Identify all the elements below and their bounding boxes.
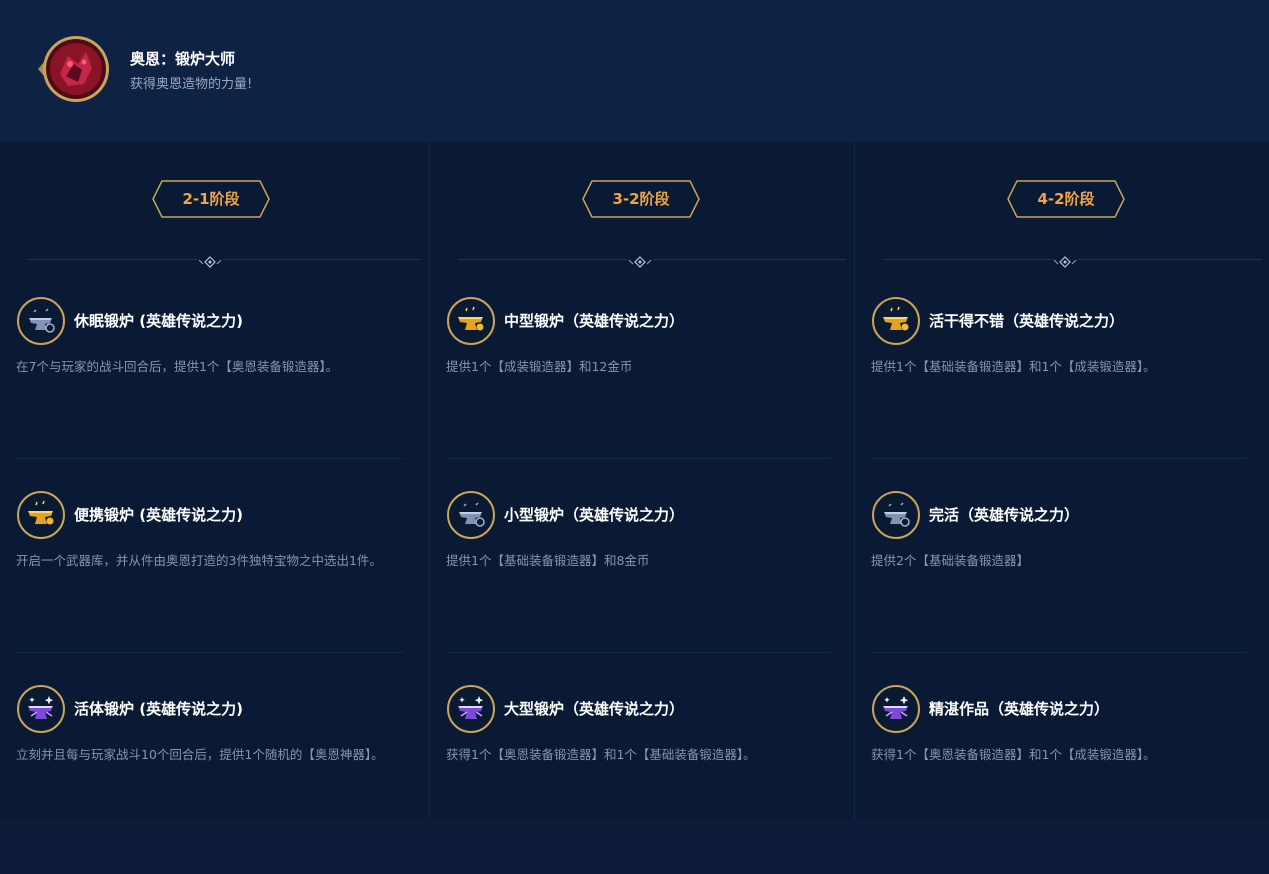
stage-column-2-1: 2-1阶段 休眠锻炉 (英雄传说之力) 在7个与玩家的战斗回合后，提供1个【奥恩装…: [0, 142, 428, 819]
diamond-ornament-icon: [197, 253, 223, 268]
augment-card[interactable]: 大型锻炉（英雄传说之力） 获得1个【奥恩装备锻造器】和1个【基础装备锻造器】。: [446, 684, 840, 874]
augment-description: 在7个与玩家的战斗回合后，提供1个【奥恩装备锻造器】。: [16, 359, 339, 374]
ornn-champion-avatar: [38, 36, 109, 102]
augment-card[interactable]: 精湛作品（英雄传说之力） 获得1个【奥恩装备锻造器】和1个【成装锻造器】。: [871, 684, 1256, 874]
champion-title: 奥恩：锻炉大师: [130, 50, 236, 68]
stage-tag: 4-2阶段: [1007, 180, 1125, 218]
augment-name: 休眠锻炉 (英雄传说之力): [74, 312, 243, 330]
stage-tag: 2-1阶段: [152, 180, 270, 218]
stage-label: 3-2阶段: [612, 190, 670, 208]
stage-label: 4-2阶段: [1037, 190, 1095, 208]
augment-name: 活干得不错（英雄传说之力）: [929, 312, 1125, 330]
anvil-icon: [871, 296, 921, 346]
anvil-icon: [446, 296, 496, 346]
augment-name: 精湛作品（英雄传说之力）: [929, 700, 1110, 718]
row-separator: [446, 458, 830, 459]
anvil-icon: [16, 490, 66, 540]
stage-columns: 2-1阶段 休眠锻炉 (英雄传说之力) 在7个与玩家的战斗回合后，提供1个【奥恩装…: [0, 142, 1269, 819]
augment-description: 提供2个【基础装备锻造器】: [871, 553, 1029, 568]
stage-column-3-2: 3-2阶段 中型锻炉（英雄传说之力） 提供1个【成装锻造器】和12金币 小型锻炉（…: [429, 142, 854, 819]
anvil-icon: [16, 684, 66, 734]
stage-label: 2-1阶段: [182, 190, 240, 208]
diamond-ornament-icon: [627, 253, 653, 268]
augment-description: 立刻并且每与玩家战斗10个回合后，提供1个随机的【奥恩神器】。: [16, 747, 384, 762]
augment-name: 完活（英雄传说之力）: [929, 506, 1080, 524]
augment-name: 活体锻炉 (英雄传说之力): [74, 700, 243, 718]
augment-description: 提供1个【成装锻造器】和12金币: [446, 359, 633, 374]
augment-description: 提供1个【基础装备锻造器】和8金币: [446, 553, 650, 568]
anvil-icon: [871, 684, 921, 734]
row-separator: [446, 652, 830, 653]
champion-subtitle: 获得奥恩造物的力量!: [130, 77, 253, 92]
stage-divider: [28, 259, 420, 260]
augment-name: 便携锻炉 (英雄传说之力): [74, 506, 243, 524]
row-separator: [871, 458, 1246, 459]
champion-header: 奥恩：锻炉大师 获得奥恩造物的力量!: [0, 0, 1269, 142]
diamond-ornament-icon: [1052, 253, 1078, 268]
augment-description: 获得1个【奥恩装备锻造器】和1个【基础装备锻造器】。: [446, 747, 756, 762]
augment-name: 大型锻炉（英雄传说之力）: [504, 700, 685, 718]
augment-name: 小型锻炉（英雄传说之力）: [504, 506, 685, 524]
augment-description: 提供1个【基础装备锻造器】和1个【成装锻造器】。: [871, 359, 1156, 374]
anvil-icon: [446, 490, 496, 540]
stage-tag: 3-2阶段: [582, 180, 700, 218]
row-separator: [16, 652, 404, 653]
augment-description: 开启一个武器库，并从件由奥恩打造的3件独特宝物之中选出1件。: [16, 553, 382, 568]
augment-card[interactable]: 活体锻炉 (英雄传说之力) 立刻并且每与玩家战斗10个回合后，提供1个随机的【奥恩…: [16, 684, 414, 874]
anvil-icon: [16, 296, 66, 346]
stage-column-4-2: 4-2阶段 活干得不错（英雄传说之力） 提供1个【基础装备锻造器】和1个【成装锻造…: [854, 142, 1269, 819]
augment-description: 获得1个【奥恩装备锻造器】和1个【成装锻造器】。: [871, 747, 1156, 762]
augment-name: 中型锻炉（英雄传说之力）: [504, 312, 685, 330]
row-separator: [871, 652, 1246, 653]
anvil-icon: [446, 684, 496, 734]
row-separator: [16, 458, 404, 459]
anvil-icon: [871, 490, 921, 540]
